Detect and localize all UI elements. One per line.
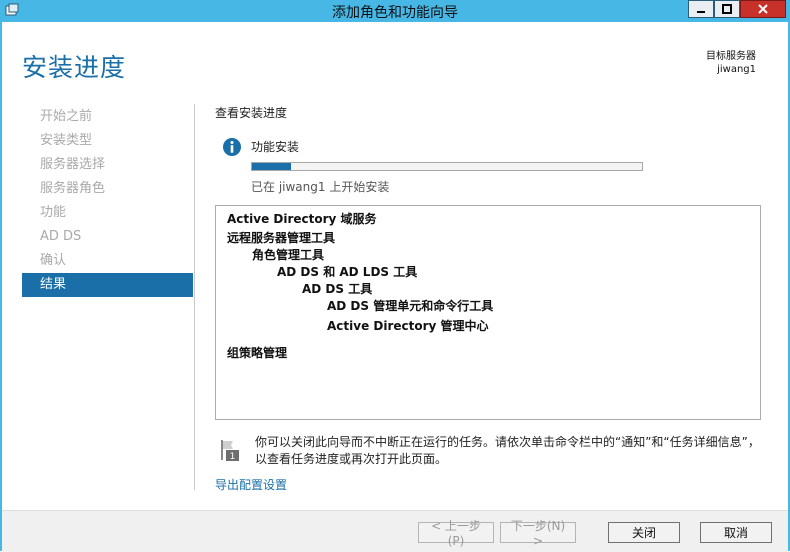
background-task-note: 你可以关闭此向导而不中断正在运行的任务。请依次单击命令栏中的“通知”和“任务详细… xyxy=(255,435,760,466)
installation-status: 已在 jiwang1 上开始安装 xyxy=(251,180,390,194)
result-item: 角色管理工具 xyxy=(252,248,325,262)
page-title: 安装进度 xyxy=(22,53,127,82)
result-item: Active Directory 域服务 xyxy=(227,212,377,226)
nav-item-features[interactable]: 功能 xyxy=(22,201,193,225)
nav-divider xyxy=(194,104,195,490)
results-list: Active Directory 域服务 远程服务器管理工具 角色管理工具 AD… xyxy=(215,205,761,420)
close-button[interactable]: 关闭 xyxy=(608,522,680,543)
result-item: Active Directory 管理中心 xyxy=(327,319,489,333)
nav-item-results[interactable]: 结果 xyxy=(22,273,193,297)
result-item: 远程服务器管理工具 xyxy=(227,231,336,245)
result-item: AD DS 管理单元和命令行工具 xyxy=(327,299,494,313)
result-item: AD DS 工具 xyxy=(302,282,373,296)
nav-item-server-roles[interactable]: 服务器角色 xyxy=(22,177,193,201)
nav-item-before-you-begin[interactable]: 开始之前 xyxy=(22,105,193,129)
window-frame-left xyxy=(0,22,2,551)
progress-fill xyxy=(252,163,291,170)
minimize-button[interactable] xyxy=(688,0,714,18)
maximize-button[interactable] xyxy=(714,0,740,18)
flag-count: 1 xyxy=(230,452,236,462)
flag-icon: 1 xyxy=(221,440,239,462)
destination-label: 目标服务器 xyxy=(706,51,756,62)
export-configuration-link[interactable]: 导出配置设置 xyxy=(215,476,287,493)
feature-installation-label: 功能安装 xyxy=(251,140,300,154)
installation-progress-bar xyxy=(251,162,643,171)
nav-item-confirmation[interactable]: 确认 xyxy=(22,249,193,273)
maximize-icon xyxy=(722,4,732,14)
previous-button[interactable]: < 上一步(P) xyxy=(418,519,494,548)
section-label: 查看安装进度 xyxy=(215,106,288,120)
nav-item-installation-type[interactable]: 安装类型 xyxy=(22,129,193,153)
nav-item-ad-ds[interactable]: AD DS xyxy=(22,225,193,249)
next-button[interactable]: 下一步(N) > xyxy=(500,519,576,548)
window-title: 添加角色和功能向导 xyxy=(332,5,458,21)
nav-item-server-selection[interactable]: 服务器选择 xyxy=(22,153,193,177)
result-item: 组策略管理 xyxy=(227,346,288,360)
destination-server: 目标服务器 jiwang1 xyxy=(706,50,756,76)
window-close-button[interactable] xyxy=(740,0,786,18)
result-item: AD DS 和 AD LDS 工具 xyxy=(277,265,418,279)
title-bar: 添加角色和功能向导 xyxy=(0,0,790,22)
minimize-icon xyxy=(697,11,705,13)
wizard-nav: 开始之前 安装类型 服务器选择 服务器角色 功能 AD DS 确认 结果 xyxy=(22,105,193,297)
info-icon xyxy=(223,138,241,156)
destination-server-name: jiwang1 xyxy=(717,64,756,75)
close-icon xyxy=(758,4,768,14)
cancel-button[interactable]: 取消 xyxy=(700,522,772,543)
